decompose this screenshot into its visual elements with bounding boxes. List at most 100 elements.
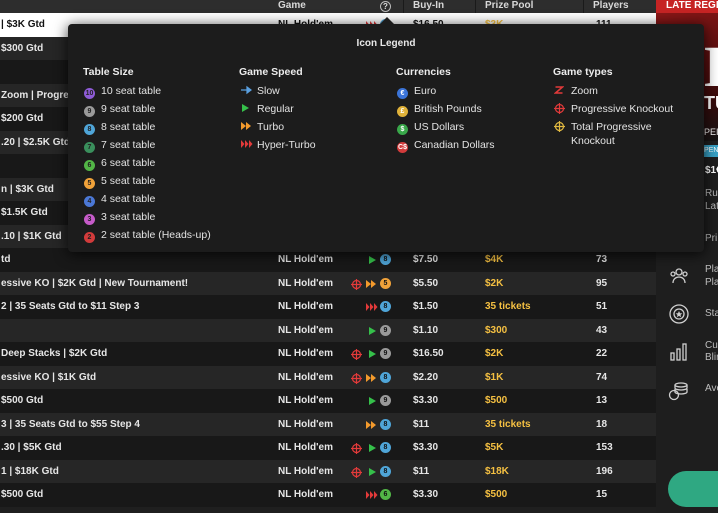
legend-label: 10 seat table <box>101 85 162 97</box>
tournament-name: $300 Gtd <box>1 42 44 54</box>
prize-pool: $2K <box>485 277 504 289</box>
player-count: 15 <box>596 489 608 500</box>
tournament-name: $200 Gtd <box>1 113 44 124</box>
table-row[interactable]: essive KO | $2K Gtd | New Tournament! NL … <box>0 271 656 295</box>
tournament-name: | $3K Gtd <box>1 19 45 30</box>
detail-label: Blir <box>705 352 718 363</box>
legend-item: $ US Dollars <box>396 120 495 138</box>
tournament-name: .30 | $5K Gtd <box>1 442 62 453</box>
buy-in: $11 <box>413 465 430 477</box>
row-icons: 6 <box>351 483 396 506</box>
table-row[interactable]: 2 | 35 Seats Gtd to $11 Step 3 NL Hold'em… <box>0 295 656 319</box>
table-row[interactable]: NL Hold'em $1.10 $300 43 9 <box>0 318 656 342</box>
header-game[interactable]: Game <box>278 0 306 11</box>
legend-heading: Currencies <box>396 66 451 78</box>
legend-item: 2 2 seat table (Heads-up) <box>83 228 211 246</box>
legend-label: Euro <box>414 85 437 97</box>
seat-count-icon: 8 <box>380 301 391 312</box>
currency-icon: $ <box>397 121 409 135</box>
tournament-name: 3 | 35 Seats Gtd to $55 Step 4 <box>1 418 140 430</box>
game-type: NL Hold'em <box>278 324 333 336</box>
turbo-speed-icon <box>365 373 378 385</box>
hyper-speed-icon <box>365 490 378 502</box>
buy-in: $3.30 <box>413 395 439 406</box>
table-row[interactable]: 1 | $18K Gtd NL Hold'em $11 $18K 196 8 <box>0 459 656 483</box>
turbo-speed-icon <box>240 121 252 133</box>
legend-heading: Table Size <box>83 66 134 78</box>
buy-in: $3.30 <box>413 489 439 500</box>
table-row[interactable]: .30 | $5K Gtd NL Hold'em $3.30 $5K 153 8 <box>0 436 656 460</box>
legend-item: 5 5 seat table <box>83 174 211 192</box>
seat-count-icon: 8 <box>380 418 391 430</box>
knockout-icon <box>351 372 362 386</box>
seat-8-icon: 8 <box>84 121 96 135</box>
legend-item: Progressive Knockout <box>553 102 683 120</box>
table-row[interactable]: $500 Gtd NL Hold'em $3.30 $500 13 9 <box>0 389 656 413</box>
table-row[interactable]: Deep Stacks | $2K Gtd NL Hold'em $16.50 $2K… <box>0 342 656 366</box>
currency-icon: £ <box>397 103 409 117</box>
chip-icon <box>668 303 690 325</box>
seat-count-icon: 9 <box>380 324 391 336</box>
player-count: 153 <box>596 442 613 453</box>
legend-item: 7 7 seat table <box>83 138 211 156</box>
legend-game-types: Game types Zoom Progressive Knockout Total… <box>553 66 683 150</box>
table-header: Game ? Buy-In Prize Pool Players <box>0 0 656 13</box>
prize-pool: $1K <box>485 371 504 383</box>
turbo-speed-icon <box>365 279 378 291</box>
legend-item: 4 4 seat table <box>83 192 211 210</box>
tournament-name: n | $3K Gtd <box>1 183 54 195</box>
table-row[interactable]: $500 Gtd NL Hold'em $3.30 $500 15 6 <box>0 483 656 507</box>
legend-label: 8 seat table <box>101 121 156 133</box>
seat-count-icon: 6 <box>380 489 391 500</box>
legend-label: 6 seat table <box>101 157 156 169</box>
knockout-icon <box>351 278 362 292</box>
legend-label: Canadian Dollars <box>414 139 495 151</box>
popup-title: Icon Legend <box>356 38 416 49</box>
player-count: 43 <box>596 324 608 336</box>
knockout-icon <box>351 443 362 456</box>
tournament-name: .20 | $2.5K Gtd <box>1 136 70 148</box>
popup-caret <box>380 17 394 24</box>
tournament-name: $500 Gtd <box>1 489 44 500</box>
header-divider <box>583 0 584 13</box>
game-type: NL Hold'em <box>278 418 333 430</box>
legend-item: 3 3 seat table <box>83 210 211 228</box>
tournament-name: Deep Stacks | $2K Gtd <box>1 348 108 359</box>
legend-label: 5 seat table <box>101 175 156 187</box>
legend-label: Hyper-Turbo <box>257 139 316 151</box>
buy-in: $1.50 <box>413 301 439 312</box>
seat-count-icon: 8 <box>380 465 391 477</box>
seat-7-icon: 7 <box>84 139 96 153</box>
player-count: 95 <box>596 277 608 289</box>
table-row[interactable]: 3 | 35 Seats Gtd to $55 Step 4 NL Hold'em… <box>0 412 656 436</box>
player-count: 13 <box>596 395 608 406</box>
header-players[interactable]: Players <box>593 0 629 11</box>
help-icon[interactable]: ? <box>380 1 391 12</box>
seat-count-icon: 5 <box>380 277 391 289</box>
seat-2-icon: 2 <box>84 229 96 243</box>
legend-item: Total Progressive Knockout <box>553 120 683 150</box>
legend-item: Turbo <box>239 120 316 138</box>
prize-pool: $18K <box>485 465 509 477</box>
tournament-name: Zoom | Progre <box>1 89 69 101</box>
legend-label: Turbo <box>257 121 285 133</box>
late-registration-banner: LATE REGI <box>656 0 718 13</box>
header-prize-pool[interactable]: Prize Pool <box>485 0 533 11</box>
knockout-icon <box>351 349 362 362</box>
header-buyin[interactable]: Buy-In <box>413 0 444 11</box>
legend-heading: Game Speed <box>239 66 303 78</box>
detail-label: Sta <box>705 308 718 319</box>
regular-speed-icon <box>367 396 377 408</box>
legend-item: Regular <box>239 102 316 120</box>
detail-label: Ru <box>705 188 718 199</box>
player-count: 22 <box>596 348 608 359</box>
hyper-speed-icon <box>240 139 253 151</box>
register-button[interactable] <box>668 471 718 507</box>
legend-item: 10 10 seat table <box>83 84 211 102</box>
buy-in: $1.10 <box>413 324 439 336</box>
legend-item: Zoom <box>553 84 683 102</box>
tournament-name: td <box>1 254 11 265</box>
detail-label: Ave <box>705 383 718 394</box>
table-row[interactable]: essive KO | $1K Gtd NL Hold'em $2.20 $1K 74 8 <box>0 365 656 389</box>
row-icons: 8 <box>351 460 396 483</box>
